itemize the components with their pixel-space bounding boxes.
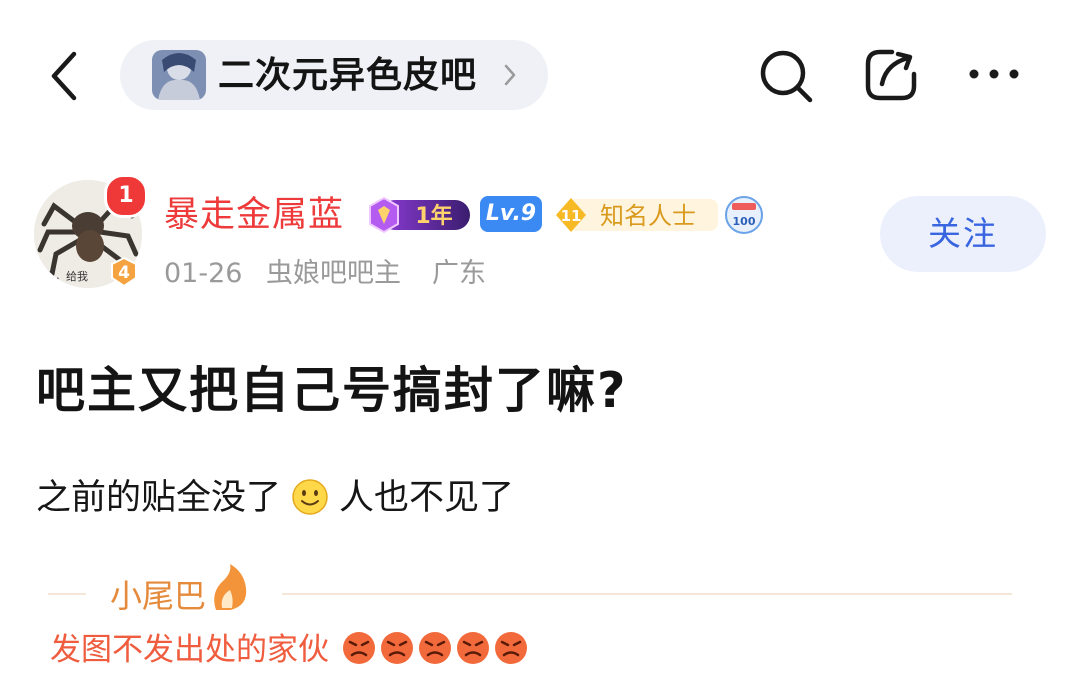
follow-button[interactable]: 关注 bbox=[880, 196, 1046, 272]
share-icon bbox=[865, 49, 917, 101]
author-role: 虫娘吧吧主 bbox=[266, 258, 401, 289]
year-badge: 1年 bbox=[366, 196, 470, 234]
avatar-level-badge: 4 bbox=[108, 256, 140, 288]
author-location: 广东 bbox=[432, 258, 486, 289]
angry-emoji-icon bbox=[493, 630, 529, 666]
back-button[interactable] bbox=[44, 48, 84, 104]
post-title: 吧主又把自己号搞封了嘛? bbox=[36, 362, 628, 419]
fame-badge: 11 知名人士 bbox=[552, 196, 718, 234]
svg-text:知名人士: 知名人士 bbox=[600, 202, 696, 230]
angry-emoji-icon bbox=[417, 630, 453, 666]
forum-name[interactable]: 二次元异色皮吧 bbox=[218, 54, 477, 98]
tail-divider-left bbox=[48, 593, 86, 595]
tail-text-label: 发图不发出处的家伙 bbox=[50, 632, 329, 668]
smile-emoji-icon bbox=[291, 478, 329, 516]
search-icon bbox=[760, 50, 813, 103]
chevron-right-icon bbox=[500, 60, 520, 90]
post-body-text-2: 人也不见了 bbox=[339, 478, 515, 518]
svg-text:11: 11 bbox=[561, 207, 582, 225]
angry-emoji-icon bbox=[455, 630, 491, 666]
notification-badge: 1 bbox=[104, 174, 148, 218]
svg-text:蓝，给我: 蓝，给我 bbox=[44, 270, 88, 283]
author-name[interactable]: 暴走金属蓝 bbox=[164, 193, 344, 237]
angry-emoji-icon bbox=[379, 630, 415, 666]
hundred-badge: 100 bbox=[724, 195, 764, 235]
tail-divider-right bbox=[282, 593, 1012, 595]
post-body-text-1: 之前的贴全没了 bbox=[36, 478, 282, 518]
post-body: 之前的贴全没了 人也不见了 bbox=[36, 476, 514, 520]
tail-label: 小尾巴 bbox=[110, 577, 207, 615]
forum-avatar[interactable] bbox=[152, 50, 206, 100]
tail-text: 发图不发出处的家伙 bbox=[50, 630, 529, 670]
more-icon bbox=[969, 69, 1019, 79]
svg-text:100: 100 bbox=[733, 215, 756, 228]
fox-tail-icon bbox=[208, 562, 250, 612]
back-arrow-icon bbox=[51, 51, 77, 101]
svg-text:1年: 1年 bbox=[415, 203, 452, 229]
post-date: 01-26 bbox=[164, 258, 243, 289]
level-badge: Lv.9 bbox=[480, 196, 542, 232]
more-button[interactable] bbox=[966, 64, 1022, 84]
svg-text:4: 4 bbox=[118, 263, 130, 283]
share-button[interactable] bbox=[862, 46, 920, 104]
angry-emoji-icon bbox=[341, 630, 377, 666]
search-button[interactable] bbox=[756, 46, 816, 106]
